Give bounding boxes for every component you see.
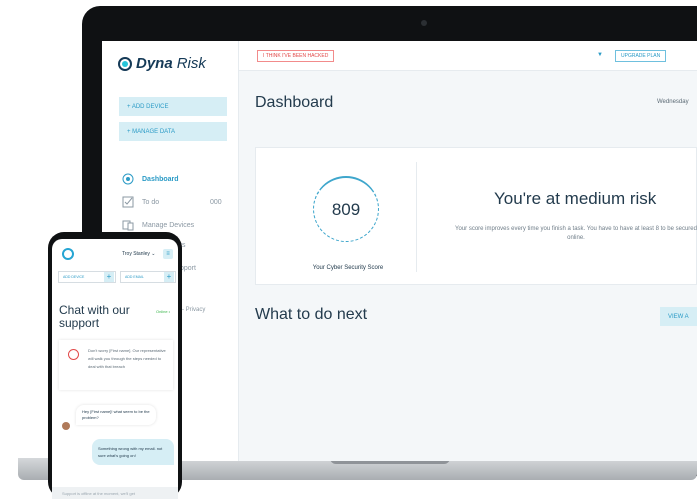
divider xyxy=(416,162,417,272)
laptop-screen: Dyna Risk + ADD DEVICE + MANAGE DATA Dash… xyxy=(102,41,697,461)
sidebar-item-todo[interactable]: To do xyxy=(122,196,159,208)
plus-icon[interactable]: + xyxy=(164,272,174,282)
sidebar-item-devices[interactable]: Manage Devices xyxy=(122,219,194,231)
score-value: 809 xyxy=(331,199,361,219)
devices-icon xyxy=(122,220,134,231)
menu-icon[interactable]: ≡ xyxy=(163,249,173,259)
add-device-button[interactable]: + ADD DEVICE xyxy=(119,97,227,116)
product-mockup: Dyna Risk + ADD DEVICE + MANAGE DATA Dash… xyxy=(0,0,697,499)
sidebar-item-label: Manage Devices xyxy=(142,221,195,229)
brand-light: Risk xyxy=(176,55,206,72)
score-card: 809 Your Cyber Security Score You're at … xyxy=(255,147,697,285)
phone-screen: Troy Stanley ⌄ ≡ ADD DEVICE + ADD EMAIL … xyxy=(52,239,178,499)
sidebar-item-dashboard[interactable]: Dashboard xyxy=(122,173,179,185)
page-title: Dashboard xyxy=(255,94,334,111)
sidebar-item-partial-2[interactable]: pport xyxy=(180,265,196,272)
avatar xyxy=(62,422,70,430)
current-date: Wednesday xyxy=(657,99,689,105)
bot-message-card: Don't worry [First name]. Our representa… xyxy=(59,340,173,390)
agent-message: Hey [First name]! what seem to be the pr… xyxy=(76,405,156,425)
plus-icon[interactable]: + xyxy=(104,272,114,282)
sidebar-item-label: To do xyxy=(142,198,160,206)
hacked-button[interactable]: I THINK I'VE BEEN HACKED xyxy=(257,50,335,62)
bot-icon xyxy=(68,349,79,360)
score-label: Your Cyber Security Score xyxy=(312,265,384,271)
score-gauge: 809 xyxy=(313,176,379,242)
dashboard-icon xyxy=(122,173,134,185)
user-menu[interactable]: Troy Stanley ⌄ xyxy=(122,251,155,257)
checkbox-icon xyxy=(122,196,134,208)
view-all-button[interactable]: VIEW A xyxy=(660,307,697,326)
risk-title: You're at medium risk xyxy=(494,189,657,208)
risk-description: Your score improves every time you finis… xyxy=(455,226,697,241)
section-title-next: What to do next xyxy=(255,306,368,323)
upgrade-plan-button[interactable]: UPGRADE PLAN xyxy=(615,50,667,62)
sidebar-item-label: Dashboard xyxy=(142,175,179,183)
status-badge: Online • xyxy=(156,309,171,314)
logo[interactable]: Dyna Risk xyxy=(118,55,206,72)
brand-bold: Dyna xyxy=(136,55,173,72)
user-message: Something wrong with my email. not sure … xyxy=(92,439,174,465)
bot-message: Don't worry [First name]. Our representa… xyxy=(88,348,166,369)
chat-title: Chat with our support xyxy=(59,303,130,330)
chevron-down-icon[interactable]: ▼ xyxy=(597,52,603,58)
gear-icon[interactable] xyxy=(62,248,74,260)
top-bar: I THINK I'VE BEEN HACKED ▼ UPGRADE PLAN xyxy=(239,41,697,71)
chat-footer: Support is offline at the moment, we'll … xyxy=(52,487,178,499)
manage-data-button[interactable]: + MANAGE DATA xyxy=(119,122,227,141)
logo-icon xyxy=(118,56,132,71)
camera-icon xyxy=(421,20,427,26)
todo-count: 000 xyxy=(210,199,222,206)
